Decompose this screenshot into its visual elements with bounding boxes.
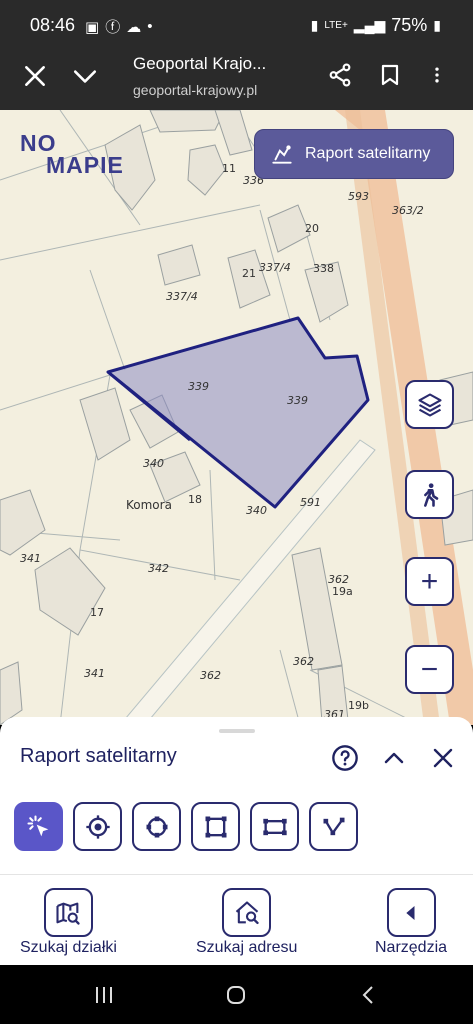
minus-icon: − — [420, 652, 439, 686]
selection-tools — [14, 802, 358, 851]
parcel-label: 593 — [348, 190, 369, 203]
parcel-label: 338 — [313, 262, 334, 275]
bookmark-icon[interactable] — [378, 62, 402, 88]
tool-point[interactable] — [73, 802, 122, 851]
tool-rectangle[interactable] — [250, 802, 299, 851]
status-time: 08:46 — [30, 15, 76, 35]
parcel-label: 362 — [293, 655, 314, 668]
tools-label: Narzędzia — [375, 939, 448, 956]
rectangle-select-icon — [262, 818, 287, 835]
parcel-label: 337/4 — [259, 261, 291, 274]
parcel-label: 341 — [20, 552, 41, 565]
satellite-report-button[interactable]: Raport satelitarny — [254, 129, 454, 179]
search-parcel-button[interactable]: Szukaj działki — [20, 888, 117, 957]
parcel-label: 17 — [90, 606, 104, 619]
home-search-icon — [235, 900, 259, 924]
battery-percent: 75% — [391, 15, 428, 35]
circle-select-icon — [146, 816, 167, 837]
chevron-down-icon[interactable] — [72, 63, 98, 89]
network-type: LTE+ — [324, 20, 348, 31]
parcel-label: 342 — [148, 562, 169, 575]
battery-saver-icon: ▮ — [310, 17, 319, 33]
parcel-label: 340 — [246, 504, 267, 517]
facebook-icon: ⓕ — [105, 19, 121, 36]
parcel-label: 19b — [348, 699, 369, 712]
battery-icon: ▮ — [433, 17, 441, 33]
parcel-label: 337/4 — [166, 290, 198, 303]
zoom-out-button[interactable]: − — [405, 645, 454, 694]
zoom-in-button[interactable]: + — [405, 557, 454, 606]
satellite-report-panel: Raport satelitarny Szukaj działki Szukaj… — [0, 717, 473, 965]
cursor-click-icon — [26, 814, 48, 836]
map-view[interactable]: 364 11 336 593 363/2 20 337/4 338 21 337… — [0, 110, 473, 725]
search-parcel-label: Szukaj działki — [20, 939, 117, 956]
close-icon[interactable] — [22, 63, 48, 89]
help-icon[interactable] — [331, 744, 359, 772]
recent-apps-icon[interactable] — [92, 983, 116, 1007]
drag-handle[interactable] — [219, 729, 255, 733]
walking-person-icon — [423, 482, 438, 507]
no-mapie-logo: NO MAPIE — [20, 130, 124, 178]
satellite-report-label: Raport satelitarny — [305, 145, 431, 162]
page-url[interactable]: geoportal-krajowy.pl — [133, 82, 257, 98]
divider — [0, 874, 473, 875]
street-view-button[interactable] — [405, 470, 454, 519]
polyline-icon — [323, 817, 344, 835]
tools-button[interactable]: Narzędzia — [375, 888, 447, 957]
parcel-label: 339 — [287, 394, 308, 407]
parcel-label: 340 — [143, 457, 164, 470]
square-select-icon — [205, 816, 226, 837]
tool-click-select[interactable] — [14, 802, 63, 851]
back-icon[interactable] — [357, 983, 381, 1007]
parcel-label: 18 — [188, 493, 202, 506]
tool-polyline[interactable] — [309, 802, 358, 851]
parcel-label: 591 — [300, 496, 321, 509]
parcel-label: 363/2 — [392, 204, 424, 217]
chevron-up-icon[interactable] — [382, 746, 406, 770]
search-address-button[interactable]: Szukaj adresu — [196, 888, 297, 957]
building-name: Komora — [126, 498, 172, 512]
search-address-label: Szukaj adresu — [196, 939, 298, 956]
share-icon[interactable] — [327, 62, 353, 88]
parcel-label: 20 — [305, 222, 319, 235]
page-title: Geoportal Krajo... — [133, 54, 267, 73]
target-icon — [85, 814, 110, 839]
layers-icon — [417, 392, 442, 417]
map-labels: 364 11 336 593 363/2 20 337/4 338 21 337… — [0, 110, 473, 725]
status-bar: 08:46 ▣ ⓕ ☁ • ▮ LTE+ ▂▄▆ 75% ▮ — [0, 0, 473, 50]
status-notification-icons: ▣ ⓕ ☁ • — [85, 16, 152, 37]
panel-title: Raport satelitarny — [20, 745, 177, 767]
parcel-label: 11 — [222, 162, 236, 175]
parcel-label: 362 — [200, 669, 221, 682]
parcel-label: 339 — [188, 380, 209, 393]
parcel-label: 19a — [332, 585, 353, 598]
cloud-icon: ☁ — [126, 18, 142, 36]
triangle-left-icon — [406, 905, 415, 920]
plus-icon: + — [420, 564, 439, 598]
tool-square[interactable] — [191, 802, 240, 851]
close-panel-icon[interactable] — [431, 746, 455, 770]
browser-toolbar: Geoportal Krajo... geoportal-krajowy.pl — [0, 50, 473, 110]
layers-button[interactable] — [405, 380, 454, 429]
android-navigation-bar — [0, 965, 473, 1024]
status-right-icons: ▮ LTE+ ▂▄▆ 75% ▮ — [311, 15, 441, 36]
parcel-label: 341 — [84, 667, 105, 680]
home-icon[interactable] — [224, 983, 248, 1007]
parcel-label: 21 — [242, 267, 256, 280]
dot-icon: • — [147, 18, 153, 35]
tool-circle[interactable] — [132, 802, 181, 851]
map-search-icon — [56, 902, 81, 925]
gallery-icon: ▣ — [85, 18, 100, 36]
satellite-icon — [272, 145, 292, 164]
signal-icon: ▂▄▆ — [353, 17, 386, 33]
more-options-icon[interactable] — [427, 62, 447, 88]
